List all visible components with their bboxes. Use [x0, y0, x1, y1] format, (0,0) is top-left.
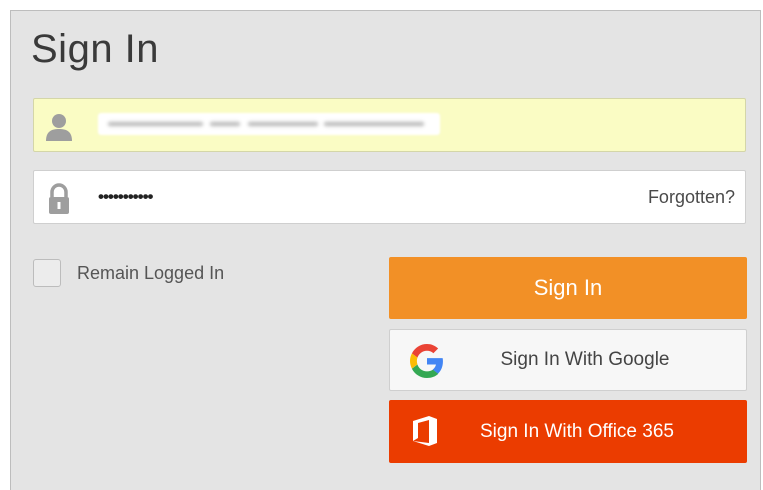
- username-value-obscured: [98, 113, 440, 135]
- username-field[interactable]: [33, 98, 746, 152]
- password-field[interactable]: ••••••••••• Forgotten?: [33, 170, 746, 224]
- sign-in-with-google-label: Sign In With Google: [500, 349, 670, 370]
- password-value: •••••••••••: [98, 187, 153, 206]
- sign-in-panel: Sign In ••••••••••• Forgotten? Remain Lo…: [10, 10, 761, 490]
- remain-logged-in-row[interactable]: Remain Logged In: [33, 258, 224, 288]
- forgotten-password-link[interactable]: Forgotten?: [648, 171, 735, 223]
- sign-in-button-label: Sign In: [533, 275, 603, 300]
- user-icon: [44, 111, 74, 141]
- remain-logged-in-checkbox[interactable]: [33, 259, 61, 287]
- sign-in-with-office-365-label: Sign In With Office 365: [480, 420, 674, 442]
- sign-in-with-google-button[interactable]: Sign In With Google: [389, 329, 747, 391]
- sign-in-with-office-365-button[interactable]: Sign In With Office 365: [389, 400, 747, 463]
- lock-icon: [44, 183, 74, 214]
- sign-in-button[interactable]: Sign In: [389, 257, 747, 319]
- remain-logged-in-label: Remain Logged In: [77, 262, 225, 283]
- page-title: Sign In: [31, 27, 160, 71]
